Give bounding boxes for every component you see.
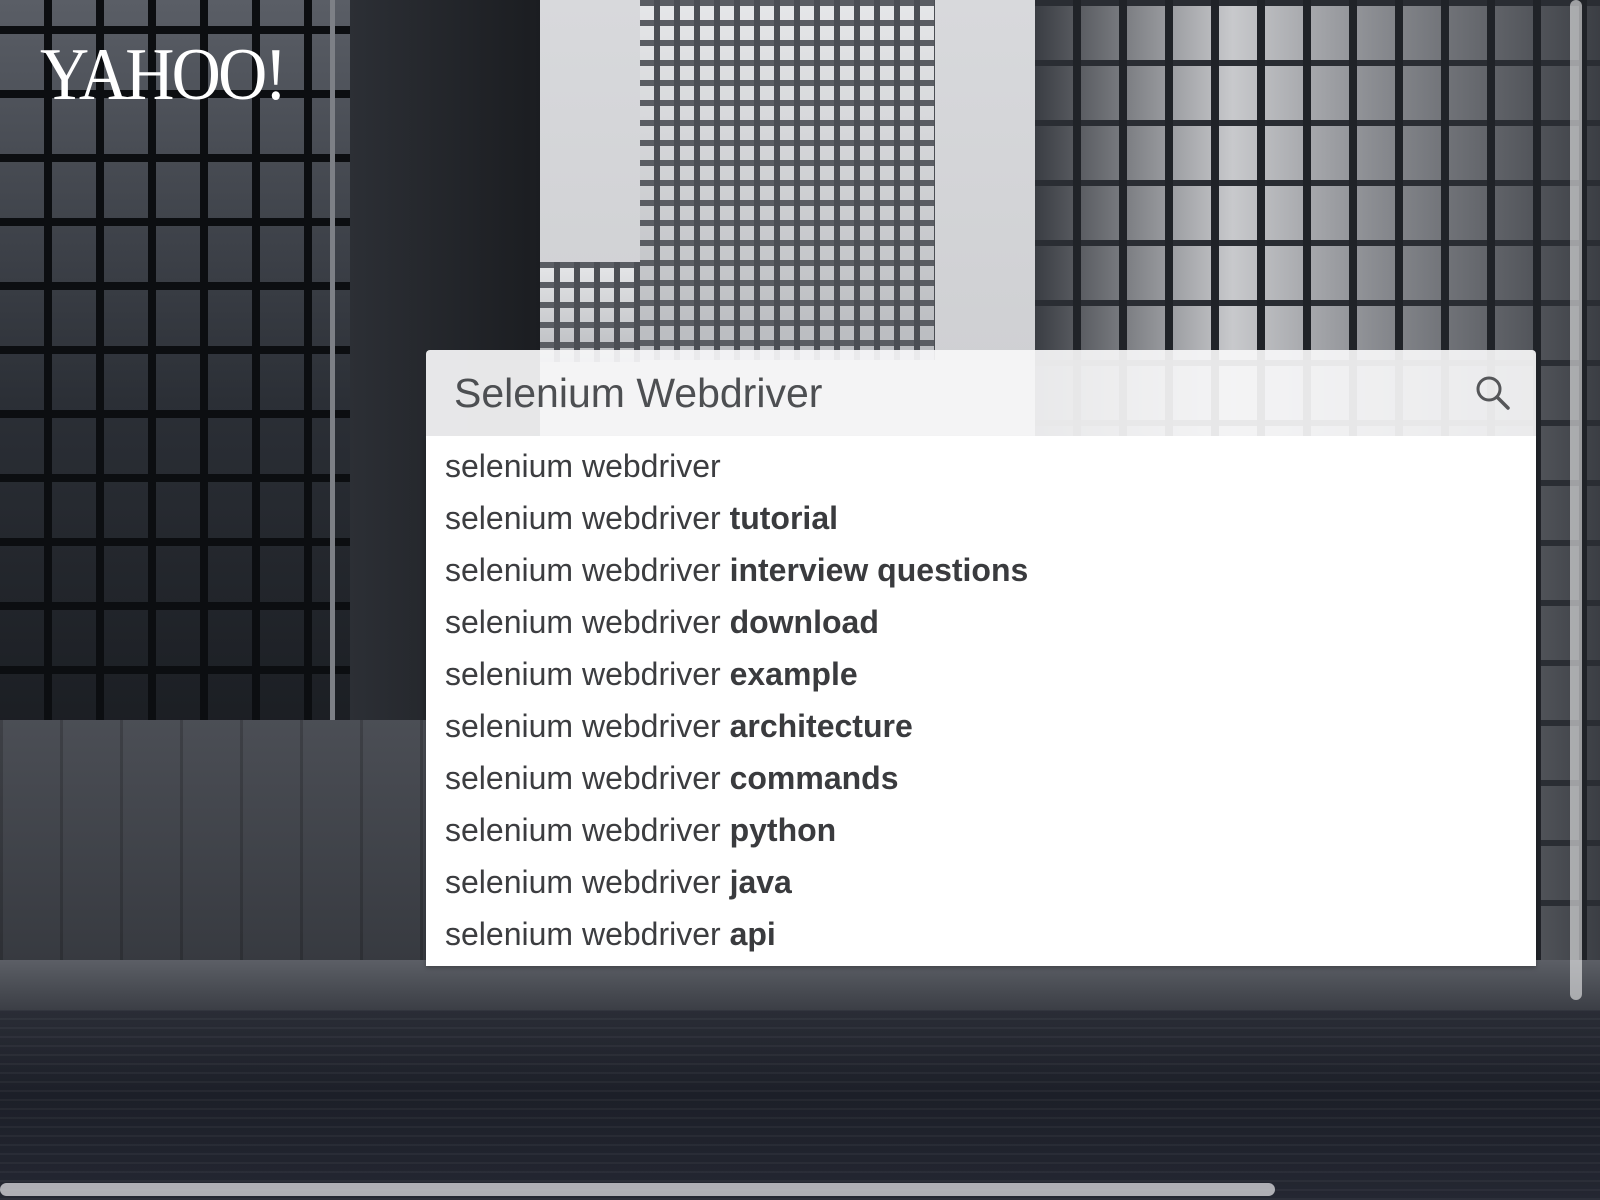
suggestion-item[interactable]: selenium webdriver interview questions [426, 544, 1536, 596]
suggestion-base-text: selenium webdriver [445, 812, 730, 848]
suggestion-base-text: selenium webdriver [445, 604, 730, 640]
search-button[interactable] [1472, 372, 1514, 414]
suggestion-item[interactable]: selenium webdriver architecture [426, 700, 1536, 752]
suggestion-completion-text: download [729, 604, 879, 640]
search-input[interactable] [426, 350, 1536, 436]
suggestion-item[interactable]: selenium webdriver python [426, 804, 1536, 856]
suggestion-item[interactable]: selenium webdriver api [426, 908, 1536, 960]
suggestion-item[interactable]: selenium webdriver [426, 440, 1536, 492]
search-area: selenium webdriverselenium webdriver tut… [426, 350, 1536, 966]
suggestion-completion-text: python [729, 812, 837, 848]
suggestion-item[interactable]: selenium webdriver java [426, 856, 1536, 908]
suggestion-base-text: selenium webdriver [445, 760, 730, 796]
building-low [540, 262, 640, 362]
suggestion-completion-text: interview questions [729, 552, 1029, 588]
horizontal-scrollbar[interactable] [0, 1183, 1275, 1196]
suggestion-base-text: selenium webdriver [445, 656, 730, 692]
suggestion-base-text: selenium webdriver [445, 448, 721, 484]
suggestion-item[interactable]: selenium webdriver tutorial [426, 492, 1536, 544]
yahoo-logo[interactable]: YAHOO! [40, 38, 287, 112]
embankment [0, 960, 1600, 1012]
suggestion-base-text: selenium webdriver [445, 552, 730, 588]
suggestion-item[interactable]: selenium webdriver example [426, 648, 1536, 700]
suggestion-completion-text: commands [729, 760, 899, 796]
vertical-scrollbar[interactable] [1570, 0, 1582, 1000]
suggestion-completion-text: api [729, 916, 776, 952]
suggestion-base-text: selenium webdriver [445, 500, 730, 536]
suggestion-completion-text: example [729, 656, 858, 692]
suggestion-completion-text: tutorial [729, 500, 838, 536]
river-water [0, 1010, 1600, 1200]
suggestion-base-text: selenium webdriver [445, 864, 730, 900]
suggestion-item[interactable]: selenium webdriver download [426, 596, 1536, 648]
suggestion-base-text: selenium webdriver [445, 708, 730, 744]
search-box [426, 350, 1536, 436]
suggestion-base-text: selenium webdriver [445, 916, 730, 952]
suggestions-dropdown: selenium webdriver selenium webdriver tut… [426, 436, 1536, 966]
search-icon [1476, 376, 1510, 410]
building-center [640, 0, 935, 360]
suggestion-completion-text: java [729, 864, 792, 900]
suggestion-completion-text: architecture [729, 708, 913, 744]
suggestion-item[interactable]: selenium webdriver commands [426, 752, 1536, 804]
flag-pole [330, 0, 335, 730]
